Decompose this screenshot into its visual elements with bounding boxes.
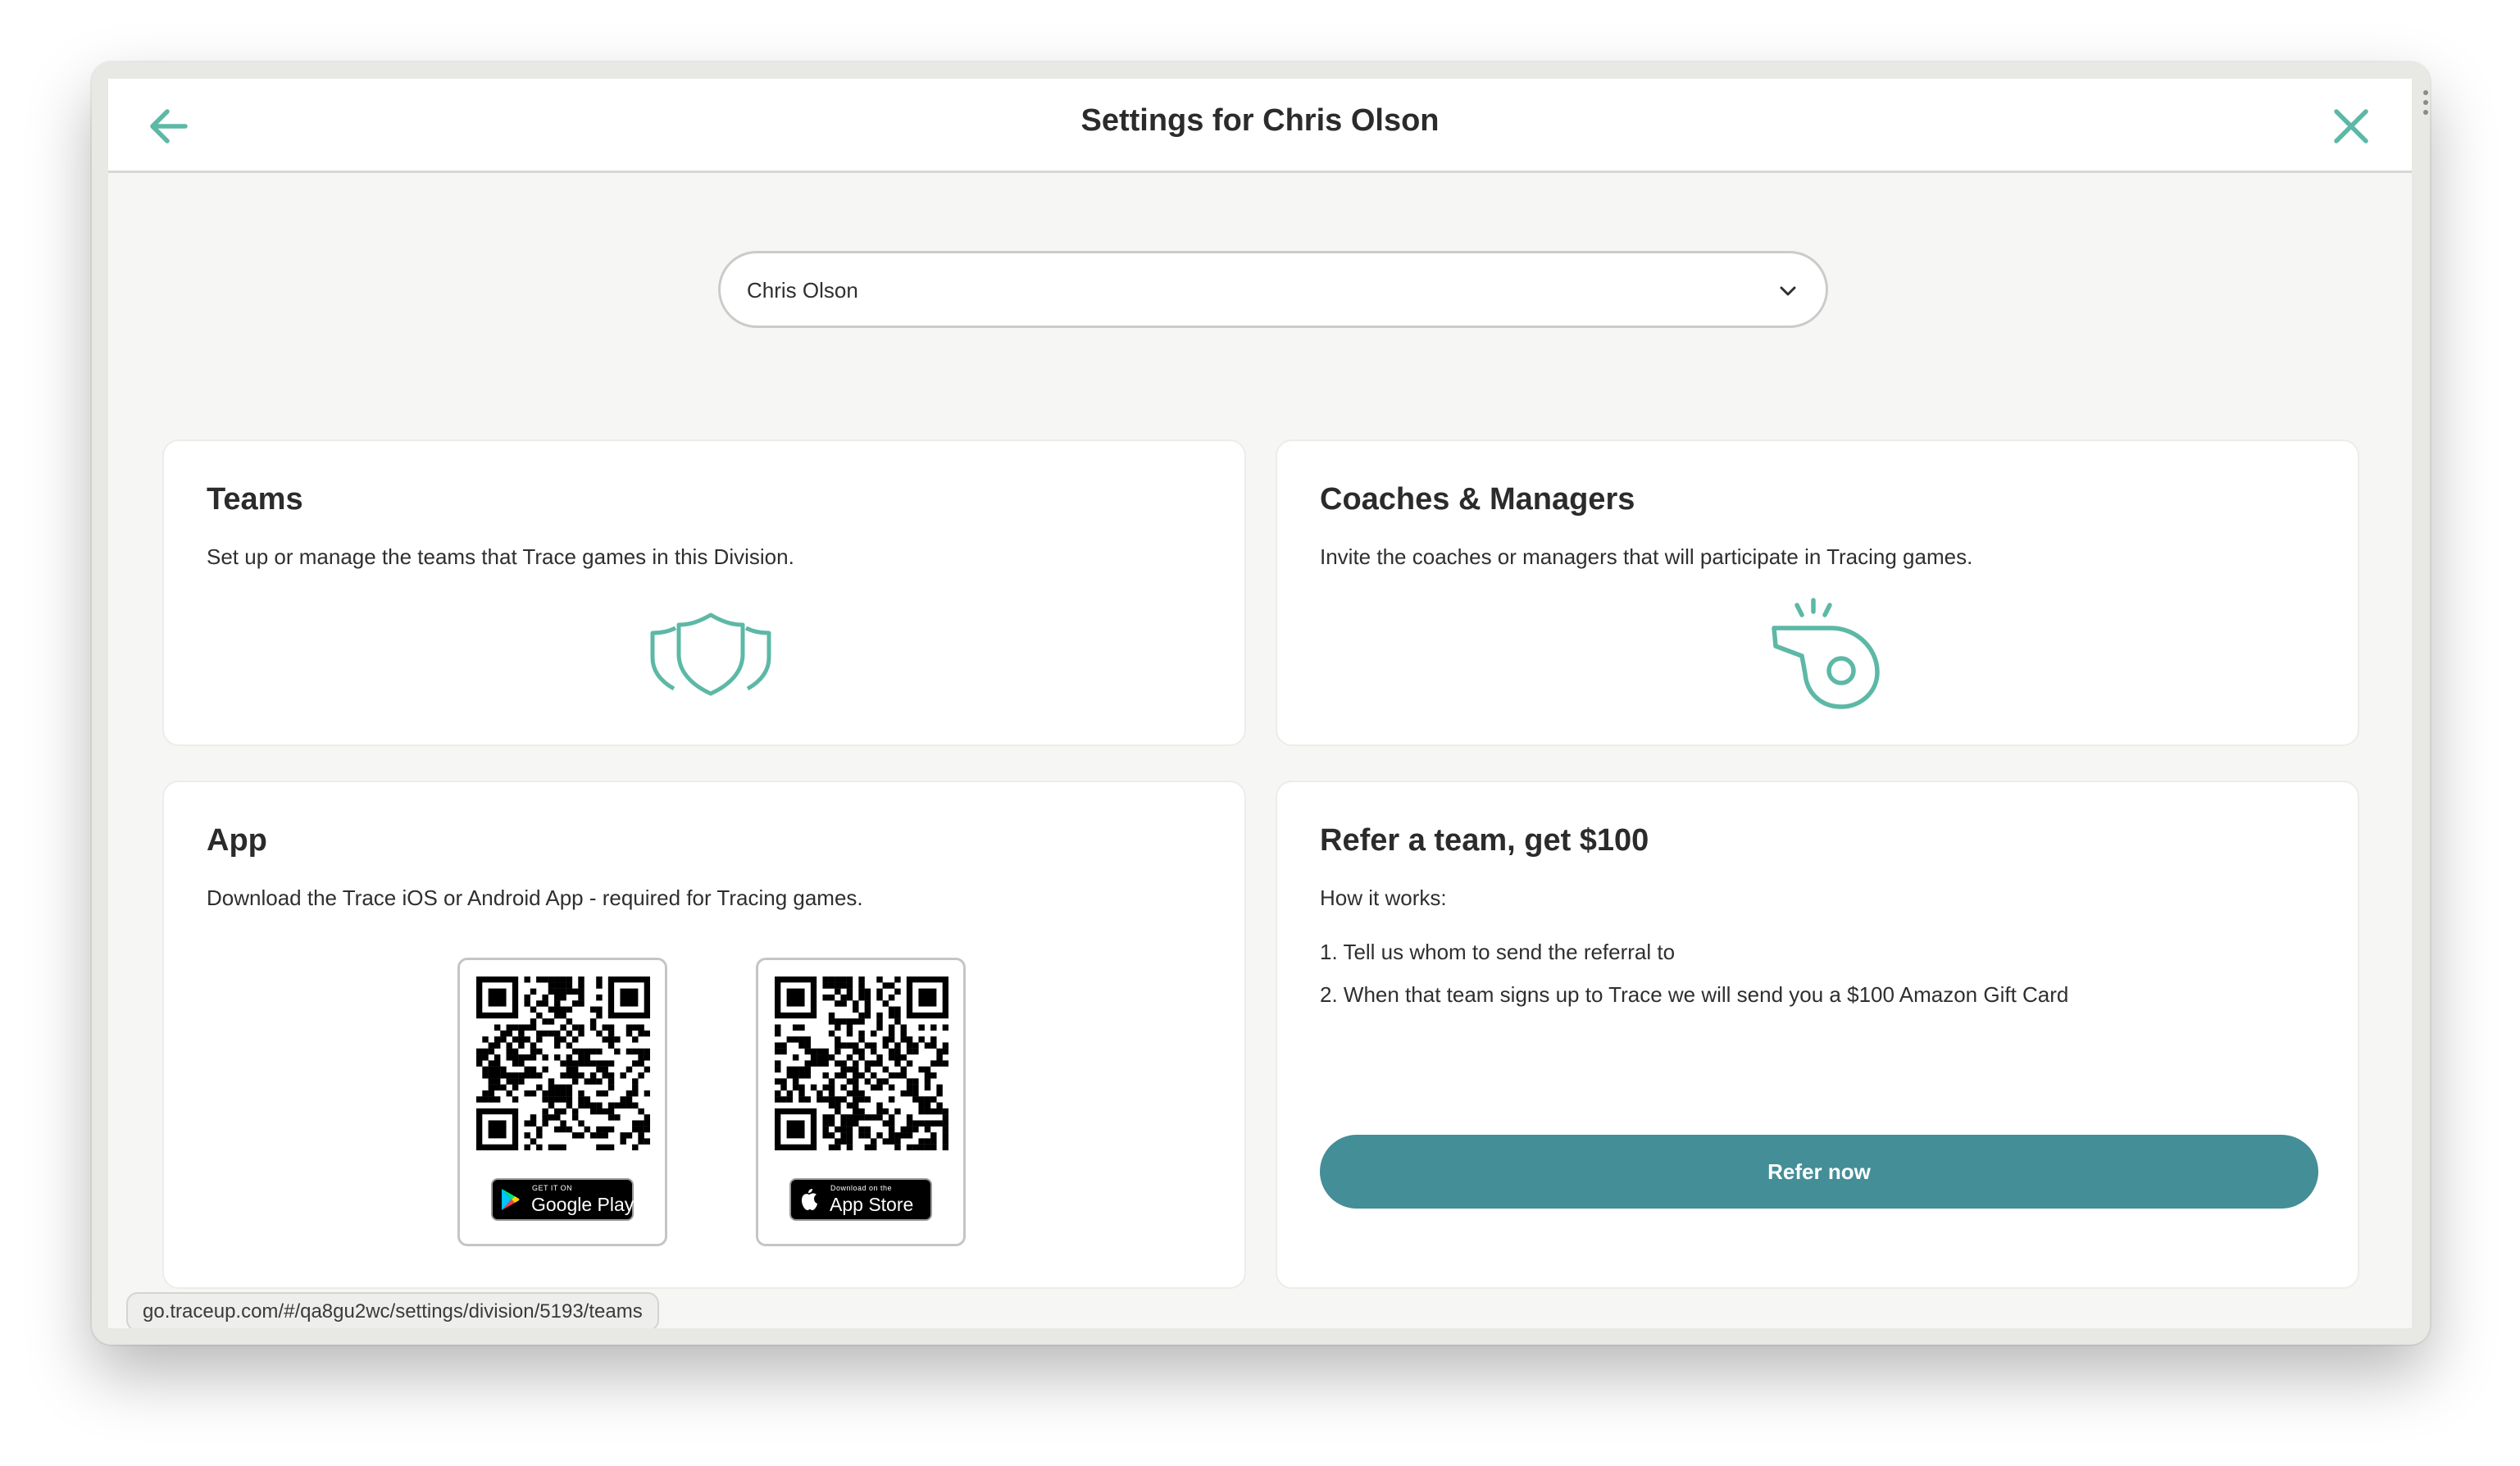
close-button[interactable] bbox=[2327, 102, 2376, 151]
google-play-qr-code bbox=[476, 977, 650, 1150]
account-select[interactable]: Chris Olson bbox=[718, 251, 1828, 328]
google-play-qr-tile[interactable]: GET IT ON Google Play bbox=[457, 958, 667, 1246]
dialog-title: Settings for Chris Olson bbox=[1080, 103, 1440, 138]
app-card-description: Download the Trace iOS or Android App - … bbox=[207, 886, 863, 910]
app-window: Settings for Chris Olson Chris Olson Tea… bbox=[92, 62, 2430, 1345]
apple-logo-icon bbox=[802, 1189, 817, 1210]
app-store-badge-big-text: App Store bbox=[830, 1194, 914, 1215]
window-grip-icon[interactable] bbox=[2423, 90, 2428, 115]
coaches-card-description: Invite the coaches or managers that will… bbox=[1320, 544, 1973, 569]
teams-card[interactable]: Teams Set up or manage the teams that Tr… bbox=[162, 439, 1246, 746]
refer-card-title: Refer a team, get $100 bbox=[1320, 823, 1649, 858]
refer-how-it-works: How it works: bbox=[1320, 886, 1447, 910]
app-card-title: App bbox=[207, 823, 267, 858]
app-store-qr-tile[interactable]: Download on the App Store bbox=[756, 958, 966, 1246]
refer-step: 1. Tell us whom to send the referral to bbox=[1320, 940, 1676, 964]
google-play-logo-icon bbox=[502, 1189, 520, 1210]
status-bar-url: go.traceup.com/#/qa8gu2wc/settings/divis… bbox=[126, 1292, 659, 1328]
app-store-qr-code bbox=[775, 977, 948, 1150]
chevron-down-icon bbox=[1780, 286, 1796, 296]
account-select-value: Chris Olson bbox=[747, 278, 858, 303]
google-badge-big-text: Google Play bbox=[531, 1194, 635, 1215]
coaches-card-title: Coaches & Managers bbox=[1320, 482, 1635, 517]
refer-now-button[interactable]: Refer now bbox=[1320, 1135, 2318, 1209]
whistle-icon bbox=[1772, 598, 1880, 709]
google-play-badge[interactable]: GET IT ON Google Play bbox=[491, 1178, 634, 1221]
refer-card: Refer a team, get $100 How it works: 1. … bbox=[1276, 781, 2359, 1289]
close-icon bbox=[2334, 109, 2368, 143]
app-store-badge-small-text: Download on the bbox=[830, 1184, 893, 1192]
google-badge-small-text: GET IT ON bbox=[532, 1184, 573, 1192]
shields-icon bbox=[650, 612, 771, 696]
coaches-card[interactable]: Coaches & Managers Invite the coaches or… bbox=[1276, 439, 2359, 746]
teams-card-description: Set up or manage the teams that Trace ga… bbox=[207, 544, 794, 569]
settings-dialog: Settings for Chris Olson Chris Olson Tea… bbox=[108, 79, 2412, 1328]
app-store-badge[interactable]: Download on the App Store bbox=[789, 1178, 932, 1221]
teams-card-title: Teams bbox=[207, 482, 303, 517]
app-card: App Download the Trace iOS or Android Ap… bbox=[162, 781, 1246, 1289]
dialog-header: Settings for Chris Olson bbox=[108, 79, 2412, 173]
refer-step: 2. When that team signs up to Trace we w… bbox=[1320, 982, 2069, 1007]
